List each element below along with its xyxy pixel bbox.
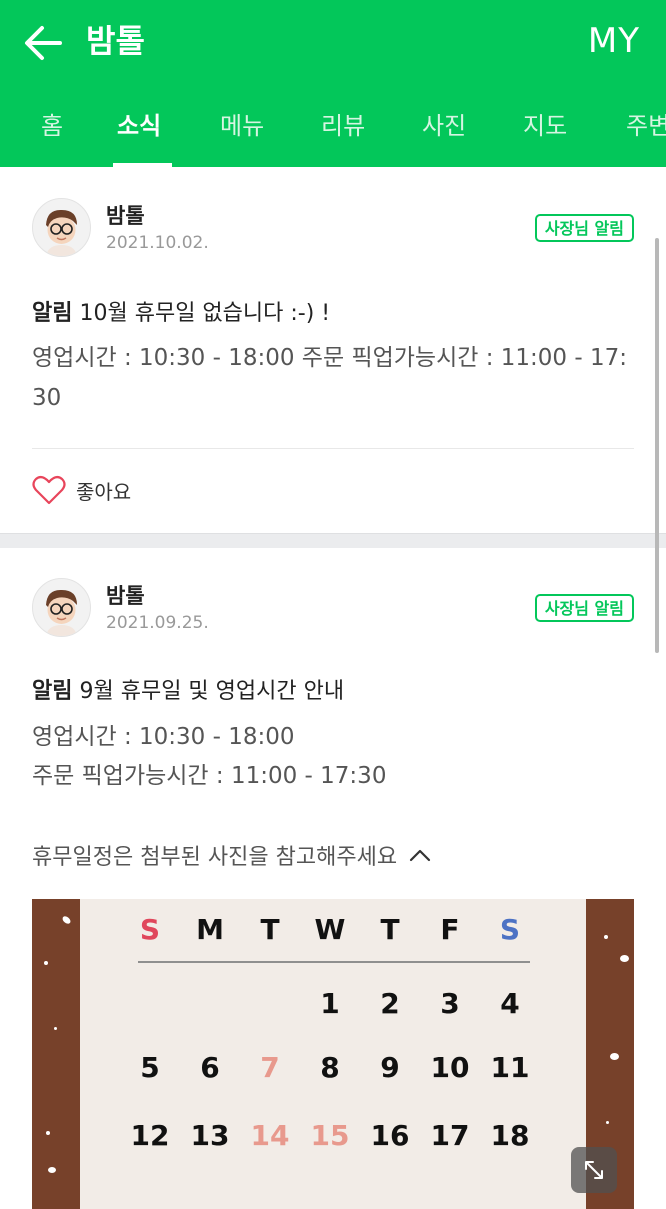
post-body-line: 영업시간 : 10:30 - 18:00 xyxy=(32,724,295,750)
calendar-day: 2 xyxy=(380,987,400,1020)
post-headline: 알림 10월 휴무일 없습니다 :-) ! xyxy=(32,295,330,327)
tab-news[interactable]: 소식 xyxy=(117,85,161,167)
author-name: 밤톨 xyxy=(106,584,145,608)
owner-avatar-icon xyxy=(46,209,77,256)
like-button[interactable]: 좋아요 xyxy=(32,472,131,508)
owner-avatar-icon xyxy=(46,589,77,636)
notice-tag: 알림 xyxy=(32,301,73,326)
notice-tag: 알림 xyxy=(32,679,73,704)
calendar-weekday: M xyxy=(196,913,224,946)
calendar-day: 15 xyxy=(310,1119,350,1152)
like-label: 좋아요 xyxy=(76,479,132,504)
calendar-day: 16 xyxy=(370,1119,410,1152)
divider xyxy=(32,448,634,449)
calendar-weekday: W xyxy=(314,913,346,946)
calendar-day: 14 xyxy=(250,1119,290,1152)
calendar-day: 17 xyxy=(430,1119,470,1152)
calendar-day: 12 xyxy=(130,1119,170,1152)
calendar-weekday: F xyxy=(440,913,460,946)
page-title: 밤톨 xyxy=(86,22,145,60)
tab-reviews[interactable]: 리뷰 xyxy=(321,85,365,167)
news-post: 밤톨 2021.10.02. 사장님 알림 알림 10월 휴무일 없습니다 :-… xyxy=(0,167,666,533)
top-app-bar: 밤톨 MY xyxy=(0,0,666,85)
tab-home[interactable]: 홈 xyxy=(41,85,63,167)
heart-outline-icon xyxy=(32,475,66,505)
tab-photos[interactable]: 사진 xyxy=(422,85,466,167)
decor-speck xyxy=(46,1131,50,1135)
decor-speck xyxy=(48,1167,56,1173)
expand-icon xyxy=(585,1161,603,1179)
calendar-day: 13 xyxy=(190,1119,230,1152)
calendar-day: 11 xyxy=(490,1051,530,1084)
decor-speck xyxy=(44,961,48,965)
avatar xyxy=(32,578,91,637)
calendar-weekday: T xyxy=(380,913,400,946)
calendar-weekday: T xyxy=(260,913,280,946)
attachment-notice-text: 휴무일정은 첨부된 사진을 참고해주세요 xyxy=(32,845,398,870)
calendar-day: 1 xyxy=(320,987,340,1020)
avatar xyxy=(32,198,91,257)
calendar-day: 3 xyxy=(440,987,460,1020)
post-body: 영업시간 : 10:30 - 18:00 주문 픽업가능시간 : 11:00 -… xyxy=(32,345,627,411)
scrollbar-thumb[interactable] xyxy=(655,238,659,653)
tab-nearby[interactable]: 주변 xyxy=(626,85,666,167)
expand-image-button[interactable] xyxy=(571,1147,617,1193)
calendar-day: 9 xyxy=(380,1051,400,1084)
calendar-day: 7 xyxy=(260,1051,280,1084)
decor-speck xyxy=(610,1053,619,1060)
headline-text: 9월 휴무일 및 영업시간 안내 xyxy=(79,679,345,704)
calendar-header-line xyxy=(138,961,530,963)
my-button[interactable]: MY xyxy=(588,18,640,64)
decor-speck xyxy=(604,935,608,939)
calendar-day: 4 xyxy=(500,987,520,1020)
arrow-left-icon xyxy=(25,26,62,60)
calendar-weekday: S xyxy=(139,913,161,946)
tab-bar: 홈 소식 메뉴 리뷰 사진 지도 주변 xyxy=(0,85,666,167)
owner-notice-badge: 사장님 알림 xyxy=(534,214,634,242)
tab-map[interactable]: 지도 xyxy=(523,85,567,167)
back-button[interactable] xyxy=(20,20,66,66)
post-body-line: 주문 픽업가능시간 : 11:00 - 17:30 xyxy=(32,763,387,789)
news-post: 밤톨 2021.09.25. 사장님 알림 알림 9월 휴무일 및 영업시간 안… xyxy=(0,548,666,1209)
calendar-day: 6 xyxy=(200,1051,220,1084)
post-headline: 알림 9월 휴무일 및 영업시간 안내 xyxy=(32,673,344,705)
calendar-paper: S M T W T F S 1 2 3 4 5 6 7 8 9 10 11 12 13 14 15 16 17 18 xyxy=(80,899,586,1209)
post-date: 2021.10.02. xyxy=(106,233,209,253)
attachment-notice-toggle[interactable]: 휴무일정은 첨부된 사진을 참고해주세요 xyxy=(32,839,433,871)
decor-speck xyxy=(606,1121,609,1124)
owner-notice-badge: 사장님 알림 xyxy=(534,594,634,622)
tab-menu[interactable]: 메뉴 xyxy=(220,85,264,167)
calendar-day: 5 xyxy=(140,1051,160,1084)
calendar-day: 8 xyxy=(320,1051,340,1084)
author-name: 밤톨 xyxy=(106,204,145,228)
post-date: 2021.09.25. xyxy=(106,613,209,633)
decor-speck xyxy=(620,955,629,962)
chevron-up-icon xyxy=(409,849,431,862)
calendar-weekday: S xyxy=(499,913,521,946)
calendar-day: 10 xyxy=(430,1051,470,1084)
headline-text: 10월 휴무일 없습니다 :-) ! xyxy=(79,301,331,326)
decor-speck xyxy=(54,1027,57,1030)
post-separator xyxy=(0,533,666,548)
decor-speck xyxy=(61,914,72,926)
calendar-day: 18 xyxy=(490,1119,530,1152)
attached-calendar-image[interactable]: S M T W T F S 1 2 3 4 5 6 7 8 9 10 11 12 13 14 15 16 17 18 xyxy=(32,899,634,1209)
